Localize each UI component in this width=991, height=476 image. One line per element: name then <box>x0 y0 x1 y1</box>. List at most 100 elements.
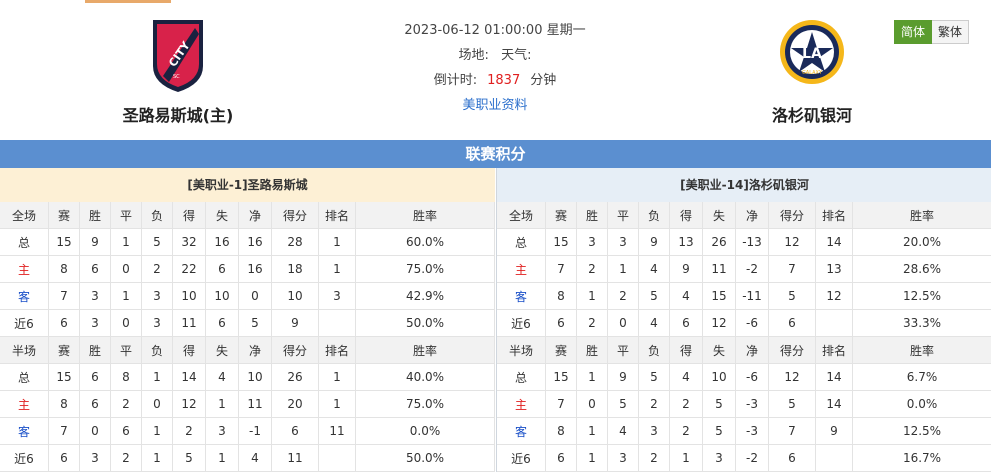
column-header: 得分 <box>768 336 816 364</box>
column-header: 失 <box>205 336 239 364</box>
table-cell: 75.0% <box>355 255 495 283</box>
row-label: 主 <box>497 390 546 418</box>
traditional-chinese-button[interactable]: 繁体 <box>932 20 970 44</box>
away-standings-panel: [美职业-14]洛杉矶银河 全场赛胜平负得失净得分 排名 胜率总 15 3 3 9 13 26-… <box>496 168 991 472</box>
table-cell: 3 <box>318 282 356 310</box>
column-header: 全场 <box>0 202 49 229</box>
table-cell: 6 <box>669 309 703 337</box>
table-cell: 5 <box>702 390 736 418</box>
table-cell: 1 <box>110 228 142 256</box>
column-header: 失 <box>702 336 736 364</box>
column-header: 失 <box>702 202 736 229</box>
table-cell: 3 <box>607 444 639 472</box>
column-header: 排名 <box>318 202 356 229</box>
table-cell: 4 <box>638 309 670 337</box>
match-info: 2023-06-12 01:00:00 星期一 场地: 天气: 倒计时: 1837… <box>340 18 650 118</box>
column-header: 赛 <box>545 336 577 364</box>
table-cell: 9 <box>638 228 670 256</box>
away-team[interactable]: LA GALAXY 洛杉矶银河 <box>712 14 912 126</box>
table-cell: 1 <box>141 363 173 391</box>
column-header: 半场 <box>497 336 546 364</box>
table-cell: 9 <box>607 363 639 391</box>
column-header: 净 <box>735 336 769 364</box>
countdown: 倒计时: 1837 分钟 <box>340 68 650 93</box>
table-cell: 3 <box>607 228 639 256</box>
table-cell: 6 <box>271 417 319 445</box>
column-header: 赛 <box>48 202 80 229</box>
table-row: 主 7 2 1 4 9 11 -2 7 13 28.6% <box>497 255 991 283</box>
table-cell: 26 <box>271 363 319 391</box>
table-cell <box>815 309 853 337</box>
column-header: 得分 <box>271 336 319 364</box>
row-label: 近6 <box>497 444 546 472</box>
table-cell: 6 <box>79 390 111 418</box>
table-cell: 6 <box>768 309 816 337</box>
column-header: 净 <box>238 202 272 229</box>
countdown-unit: 分钟 <box>530 73 557 88</box>
table-row: 客 8 1 2 5 4 15 -11 5 12 12.5% <box>497 282 991 310</box>
table-cell: 11 <box>318 417 356 445</box>
table-cell: 7 <box>545 255 577 283</box>
table-cell: 2 <box>669 417 703 445</box>
column-header: 胜率 <box>852 336 991 364</box>
table-row: 客 8 1 4 3 2 5 -3 7 9 12.5% <box>497 417 991 445</box>
table-cell: 2 <box>576 309 608 337</box>
table-cell: 6 <box>110 417 142 445</box>
column-header: 胜 <box>79 202 111 229</box>
away-logo-sub: GALAXY <box>802 70 823 76</box>
column-header: 胜 <box>576 202 608 229</box>
table-cell: 10 <box>172 282 206 310</box>
table-cell: -2 <box>735 255 769 283</box>
column-header: 排名 <box>815 202 853 229</box>
table-cell: 6.7% <box>852 363 991 391</box>
table-cell: 2 <box>172 417 206 445</box>
table-cell: 18 <box>271 255 319 283</box>
table-cell: 7 <box>768 417 816 445</box>
table-cell: 40.0% <box>355 363 495 391</box>
table-cell: 6 <box>545 309 577 337</box>
table-cell: 12.5% <box>852 282 991 310</box>
simplified-chinese-button[interactable]: 简体 <box>894 20 933 44</box>
row-label: 总 <box>497 228 546 256</box>
league-info-link[interactable]: 美职业资料 <box>462 98 527 113</box>
column-header: 胜率 <box>355 202 495 229</box>
table-cell: 5 <box>638 363 670 391</box>
table-cell: 3 <box>702 444 736 472</box>
row-label: 总 <box>0 363 49 391</box>
column-header: 平 <box>110 202 142 229</box>
table-cell: -2 <box>735 444 769 472</box>
column-header: 平 <box>607 336 639 364</box>
table-row: 近6 6 3 2 1 5 1 4 11 50.0% <box>0 444 495 472</box>
row-label: 客 <box>0 417 49 445</box>
table-cell: 8 <box>48 255 80 283</box>
table-cell: 2 <box>576 255 608 283</box>
table-cell: 11 <box>271 444 319 472</box>
table-cell: 14 <box>172 363 206 391</box>
table-cell: 3 <box>79 282 111 310</box>
table-cell: 7 <box>545 390 577 418</box>
table-cell: 1 <box>318 390 356 418</box>
table-cell: 1 <box>141 417 173 445</box>
table-cell: -11 <box>735 282 769 310</box>
table-cell <box>815 444 853 472</box>
table-cell: 6 <box>48 444 80 472</box>
away-standings-title: [美职业-14]洛杉矶银河 <box>497 168 991 202</box>
table-cell: 1 <box>141 444 173 472</box>
table-cell: 0 <box>110 255 142 283</box>
away-team-logo: LA GALAXY <box>780 20 844 84</box>
table-cell: 1 <box>576 282 608 310</box>
table-cell: 3 <box>576 228 608 256</box>
table-cell: -3 <box>735 417 769 445</box>
home-team[interactable]: CITY SC 圣路易斯城(主) <box>78 14 278 126</box>
away-team-name: 洛杉矶银河 <box>771 106 852 125</box>
column-header: 全场 <box>497 202 546 229</box>
table-cell: -13 <box>735 228 769 256</box>
table-cell: 11 <box>172 309 206 337</box>
table-cell: 5 <box>141 228 173 256</box>
table-cell: 15 <box>545 363 577 391</box>
column-header: 排名 <box>318 336 356 364</box>
column-header: 负 <box>141 202 173 229</box>
column-header: 负 <box>638 202 670 229</box>
table-cell: 10 <box>238 363 272 391</box>
table-cell: 1 <box>669 444 703 472</box>
